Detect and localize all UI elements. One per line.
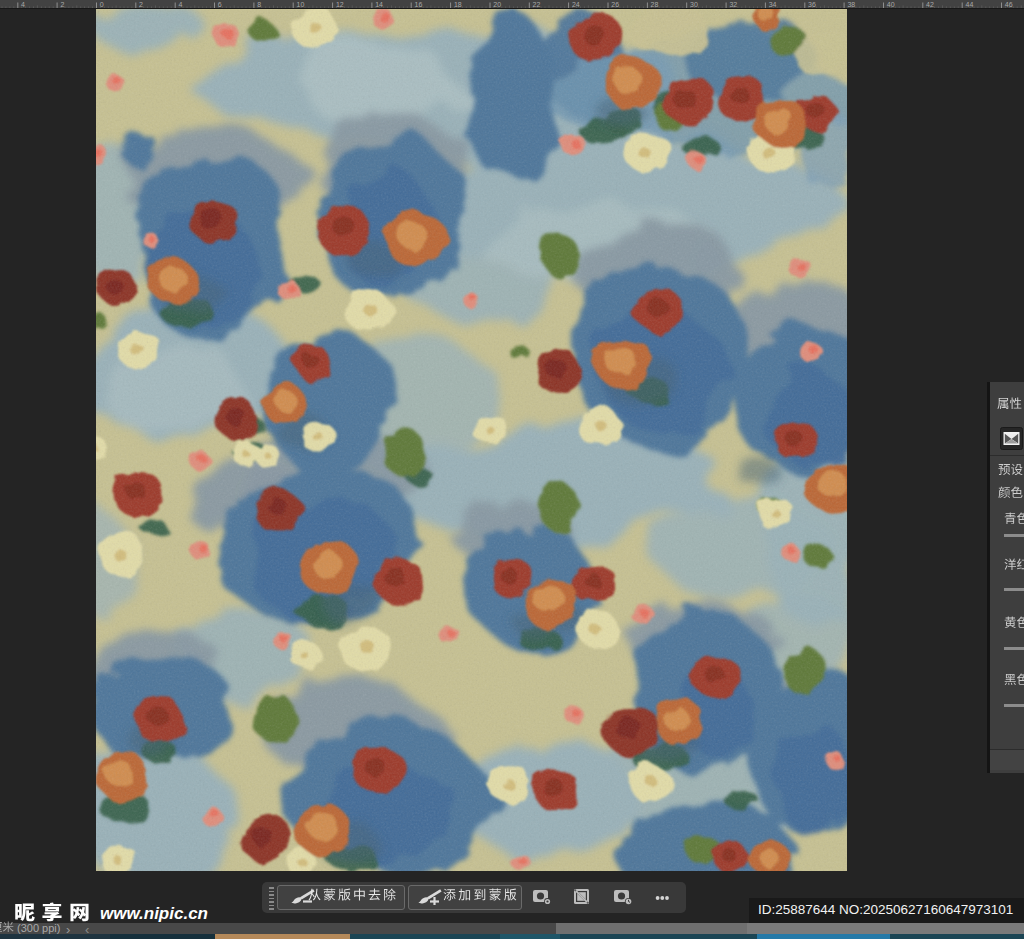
svg-text:28: 28 — [651, 1, 659, 8]
svg-text:40: 40 — [887, 1, 895, 8]
svg-text:34: 34 — [769, 1, 777, 8]
svg-text:24: 24 — [572, 1, 580, 8]
svg-text:30: 30 — [690, 1, 698, 8]
svg-text:6: 6 — [218, 1, 222, 8]
svg-text:14: 14 — [375, 1, 383, 8]
svg-text:2: 2 — [139, 1, 143, 8]
svg-text:36: 36 — [808, 1, 816, 8]
svg-text:10: 10 — [297, 1, 305, 8]
svg-text:12: 12 — [336, 1, 344, 8]
svg-text:42: 42 — [926, 1, 934, 8]
svg-text:2: 2 — [60, 1, 64, 8]
svg-text:32: 32 — [729, 1, 737, 8]
svg-text:44: 44 — [966, 1, 974, 8]
svg-text:46: 46 — [1005, 1, 1013, 8]
svg-text:38: 38 — [847, 1, 855, 8]
svg-text:0: 0 — [100, 1, 104, 8]
svg-text:16: 16 — [415, 1, 423, 8]
svg-text:20: 20 — [493, 1, 501, 8]
svg-text:4: 4 — [179, 1, 183, 8]
svg-text:8: 8 — [257, 1, 261, 8]
svg-text:26: 26 — [611, 1, 619, 8]
svg-text:4: 4 — [21, 1, 25, 8]
svg-text:18: 18 — [454, 1, 462, 8]
svg-text:22: 22 — [533, 1, 541, 8]
